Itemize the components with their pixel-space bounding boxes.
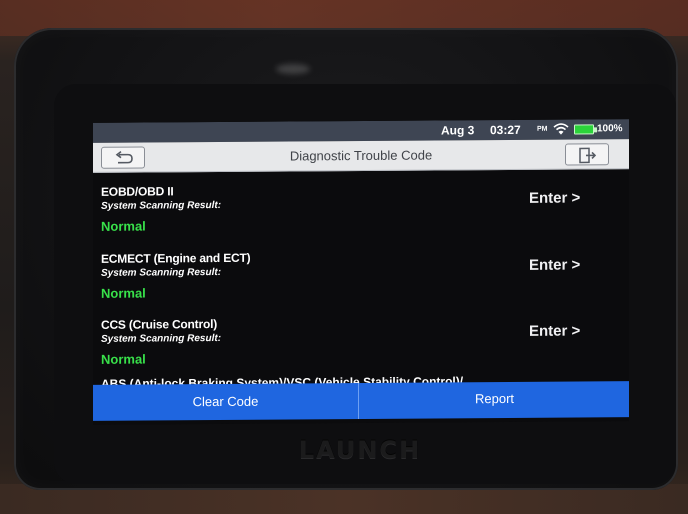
- device-brand-logo: LAUNCH: [298, 436, 422, 464]
- system-status: Normal: [101, 285, 146, 301]
- bottom-action-bar: Clear Code Report: [93, 381, 629, 421]
- status-time: 03:27: [490, 122, 521, 138]
- list-item[interactable]: EOBD/OBD II System Scanning Result: Norm…: [101, 181, 621, 251]
- enter-button[interactable]: Enter >: [529, 322, 601, 345]
- system-status: Normal: [101, 351, 146, 367]
- system-name: ECMECT (Engine and ECT): [101, 250, 251, 266]
- system-name: CCS (Cruise Control): [101, 317, 218, 332]
- system-subtitle: System Scanning Result:: [101, 266, 222, 279]
- enter-button[interactable]: Enter >: [529, 256, 601, 279]
- status-ampm: PM: [537, 125, 548, 133]
- battery-icon: [574, 124, 594, 135]
- system-name: EOBD/OBD II: [101, 184, 174, 199]
- system-subtitle: System Scanning Result:: [101, 332, 222, 345]
- back-button[interactable]: [101, 146, 145, 169]
- wifi-icon: [553, 123, 569, 135]
- device-screen: Aug 3 03:27 PM 100% Diagnostic Trouble C…: [93, 119, 629, 425]
- enter-button[interactable]: Enter >: [529, 189, 601, 212]
- exit-icon: [579, 147, 597, 164]
- system-status: Normal: [101, 218, 146, 234]
- system-subtitle: System Scanning Result:: [101, 199, 222, 212]
- page-title: Diagnostic Trouble Code: [289, 147, 433, 164]
- system-list: EOBD/OBD II System Scanning Result: Norm…: [93, 169, 629, 389]
- clear-code-button[interactable]: Clear Code: [93, 383, 359, 421]
- title-bar: Diagnostic Trouble Code: [93, 139, 629, 173]
- device-glare: [276, 64, 310, 74]
- exit-button[interactable]: [565, 143, 609, 166]
- back-arrow-icon: [115, 151, 133, 164]
- battery-percent: 100%: [597, 123, 623, 135]
- list-item[interactable]: ECMECT (Engine and ECT) System Scanning …: [101, 248, 621, 318]
- report-button[interactable]: Report: [360, 381, 629, 419]
- status-date: Aug 3: [441, 123, 475, 138]
